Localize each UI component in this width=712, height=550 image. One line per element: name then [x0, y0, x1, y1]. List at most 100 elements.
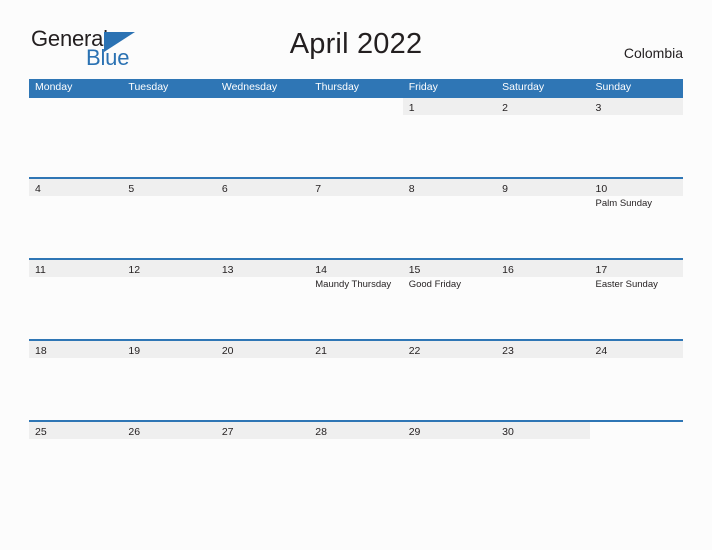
day-events: Easter Sunday	[590, 277, 683, 291]
day-number: 9	[502, 183, 508, 195]
day-number-band: 29	[402, 422, 497, 439]
day-number: 16	[502, 264, 514, 276]
day-cell[interactable]: 14 Maundy Thursday	[309, 260, 403, 339]
day-cell-empty	[216, 98, 309, 177]
day-cell[interactable]: 27	[215, 422, 310, 501]
day-number: 10	[595, 183, 608, 195]
day-cell[interactable]: 1	[402, 98, 497, 177]
day-cell[interactable]: 26	[122, 422, 216, 501]
day-events	[496, 196, 589, 198]
day-cell[interactable]: 21	[309, 341, 403, 420]
day-number-band: 30	[496, 422, 590, 439]
holiday-label: Good Friday	[408, 279, 461, 290]
day-number-band: 17	[589, 260, 683, 277]
day-number: 18	[35, 345, 47, 357]
day-number-band	[309, 98, 402, 115]
day-number-band: 1	[402, 98, 497, 115]
day-cell[interactable]: 15 Good Friday	[402, 260, 497, 339]
day-events	[309, 196, 402, 198]
day-cell[interactable]: 9	[496, 179, 590, 258]
page-header: General Blue April 2022 Colombia	[29, 26, 683, 72]
day-cell[interactable]: 30	[496, 422, 590, 501]
day-number-band: 2	[496, 98, 590, 115]
day-number: 11	[35, 264, 46, 276]
day-events	[496, 115, 589, 117]
week-days: 4 5 6 7 8 9 10 Palm Sunday	[29, 179, 683, 258]
page-title: April 2022	[289, 28, 423, 60]
day-events: Maundy Thursday	[309, 277, 402, 291]
day-number: 2	[502, 102, 508, 114]
day-cell[interactable]: 18	[29, 341, 123, 420]
day-cell[interactable]: 2	[496, 98, 590, 177]
day-cell[interactable]: 8	[402, 179, 497, 258]
day-number-band: 14	[309, 260, 403, 277]
day-number-band: 7	[309, 179, 403, 196]
day-number-band	[29, 98, 122, 115]
day-events	[496, 358, 589, 360]
day-cell[interactable]: 29	[402, 422, 497, 501]
day-cell[interactable]: 22	[402, 341, 497, 420]
holiday-label: Easter Sunday	[595, 279, 658, 290]
day-events	[122, 358, 215, 360]
weekday-header-wednesday: Wednesday	[221, 81, 278, 93]
day-cell-empty	[122, 98, 215, 177]
day-cell[interactable]: 13	[215, 260, 310, 339]
day-events	[590, 439, 683, 441]
day-number-band	[122, 98, 215, 115]
day-cell[interactable]: 4	[29, 179, 123, 258]
day-number: 7	[315, 183, 322, 195]
day-number: 26	[128, 426, 141, 438]
day-events	[309, 439, 402, 441]
day-events	[216, 196, 309, 198]
day-cell[interactable]: 5	[122, 179, 216, 258]
day-events	[496, 277, 589, 279]
day-cell[interactable]: 17 Easter Sunday	[589, 260, 683, 339]
day-events	[309, 115, 402, 117]
day-events	[29, 358, 122, 360]
week-days: 11 12 13 14 Maundy Thursday 15 Good Friday 16 17…	[29, 260, 683, 339]
day-events	[216, 115, 309, 117]
day-events	[122, 277, 215, 279]
day-number-band: 28	[309, 422, 403, 439]
day-number: 30	[502, 426, 514, 438]
day-cell[interactable]: 28	[309, 422, 403, 501]
day-number-band: 24	[589, 341, 683, 358]
day-cell[interactable]: 23	[496, 341, 590, 420]
day-number: 1	[408, 102, 415, 114]
day-number: 15	[408, 264, 421, 276]
day-cell[interactable]: 25	[29, 422, 123, 501]
day-number: 5	[128, 183, 135, 195]
holiday-label: Palm Sunday	[595, 198, 653, 209]
day-events	[29, 196, 122, 198]
weekday-header-thursday: Thursday	[315, 81, 360, 93]
day-cell[interactable]: 12	[122, 260, 216, 339]
day-number-band: 25	[29, 422, 123, 439]
day-number: 23	[502, 345, 514, 357]
day-cell[interactable]: 20	[215, 341, 310, 420]
day-cell[interactable]: 3	[589, 98, 683, 177]
day-events	[590, 115, 683, 117]
day-number-band: 23	[496, 341, 590, 358]
day-events	[122, 196, 215, 198]
day-events	[309, 358, 402, 360]
day-events	[29, 277, 122, 279]
day-cell[interactable]: 11	[29, 260, 123, 339]
day-cell[interactable]: 24	[589, 341, 683, 420]
weekday-header-monday: Monday	[35, 81, 73, 93]
day-events: Good Friday	[403, 277, 496, 291]
day-number: 8	[408, 183, 415, 195]
day-cell[interactable]: 7	[309, 179, 403, 258]
day-number: 27	[221, 426, 234, 438]
calendar-week-row: 1 2 3	[29, 96, 683, 177]
calendar-week-row: 18 19 20 21 22 23 24	[29, 339, 683, 420]
day-number-band: 20	[215, 341, 310, 358]
day-cell[interactable]: 16	[496, 260, 590, 339]
day-number: 24	[595, 345, 608, 357]
day-number: 20	[221, 345, 234, 357]
day-number-band: 9	[496, 179, 590, 196]
day-number-band	[216, 98, 309, 115]
day-number-band: 10	[589, 179, 683, 196]
day-cell[interactable]: 6	[215, 179, 310, 258]
day-cell[interactable]: 10 Palm Sunday	[589, 179, 683, 258]
day-cell[interactable]: 19	[122, 341, 216, 420]
